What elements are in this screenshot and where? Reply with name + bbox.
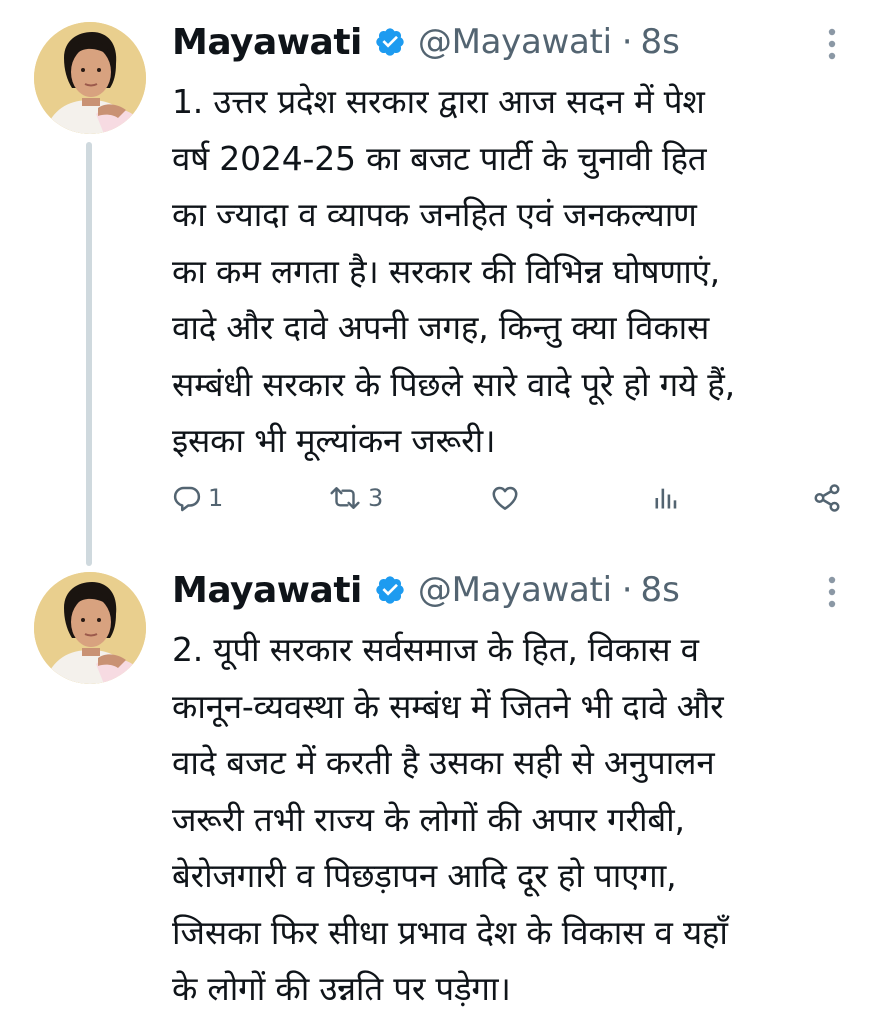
author-name[interactable]: Mayawati [172, 22, 362, 63]
views-button[interactable] [652, 478, 680, 518]
retweet-button[interactable]: 3 [328, 478, 383, 518]
tweet-actions: 1 3 [172, 478, 852, 518]
more-options-icon[interactable] [820, 24, 844, 64]
views-icon [655, 488, 677, 509]
share-icon [814, 484, 840, 512]
retweet-count: 3 [368, 484, 384, 512]
share-button[interactable] [812, 478, 842, 518]
verified-badge-icon [374, 574, 406, 606]
author-handle[interactable]: @Mayawati [418, 570, 612, 610]
author-name[interactable]: Mayawati [172, 570, 362, 611]
reply-icon [173, 486, 201, 512]
tweet-text: 1. उत्तर प्रदेश सरकार द्वारा आज सदन में … [172, 82, 735, 460]
timestamp[interactable]: 8s [641, 570, 680, 610]
tweet-header: Mayawati @Mayawati · 8s [172, 16, 680, 68]
timestamp[interactable]: 8s [641, 22, 680, 62]
retweet-icon [330, 487, 360, 509]
reply-count: 1 [208, 484, 224, 512]
separator-dot: · [621, 22, 633, 62]
separator-dot: · [621, 570, 633, 610]
avatar[interactable] [34, 22, 146, 134]
author-handle[interactable]: @Mayawati [418, 22, 612, 62]
tweet-header: Mayawati @Mayawati · 8s [172, 564, 680, 616]
tweet[interactable]: Mayawati @Mayawati · 8s 1. उत्तर प्रदेश … [0, 0, 888, 566]
thread-connector-line [86, 142, 92, 566]
avatar[interactable] [34, 572, 146, 684]
more-options-icon[interactable] [820, 572, 844, 612]
tweet[interactable]: Mayawati @Mayawati · 8s 2. यूपी सरकार सर… [0, 560, 888, 1024]
like-button[interactable] [490, 478, 520, 518]
reply-button[interactable]: 1 [172, 478, 223, 518]
tweet-text: 2. यूपी सरकार सर्वसमाज के हित, विकास व क… [172, 630, 728, 1008]
like-icon [492, 486, 518, 510]
verified-badge-icon [374, 26, 406, 58]
